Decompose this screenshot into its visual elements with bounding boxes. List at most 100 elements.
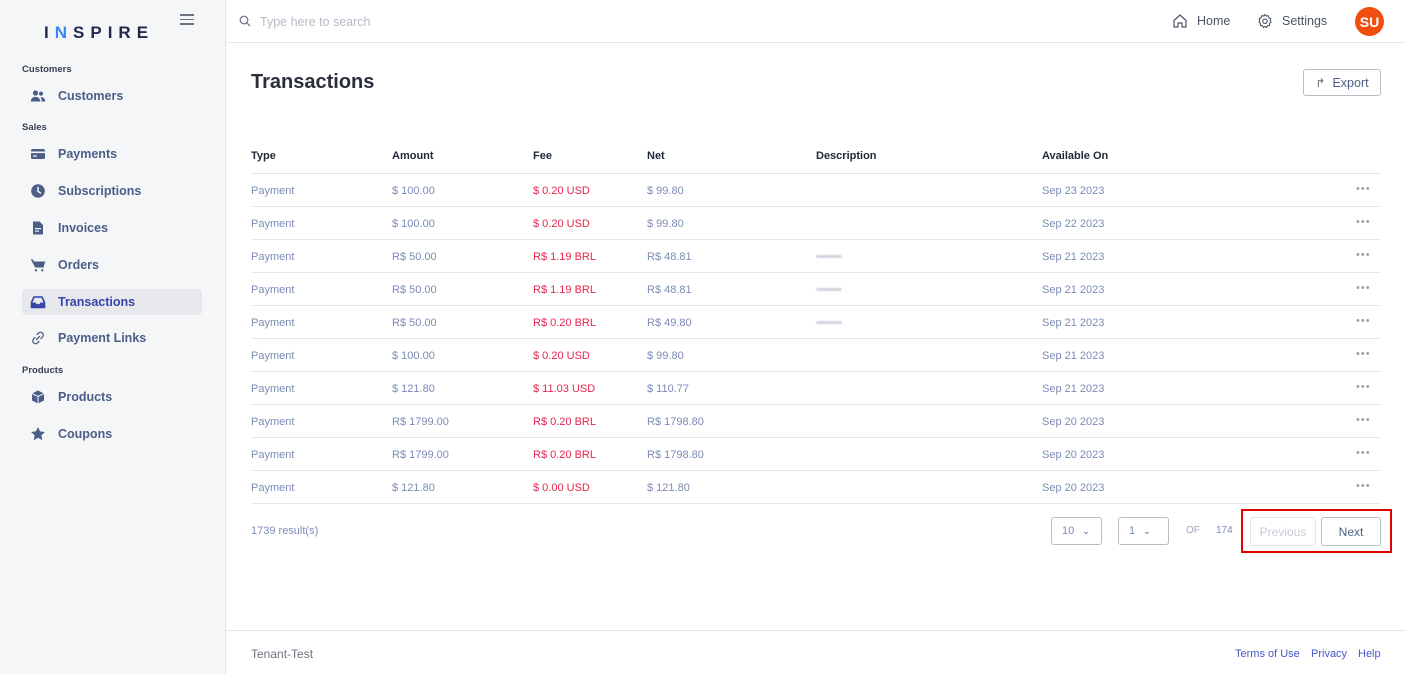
cell-available-on: Sep 22 2023 bbox=[1042, 218, 1105, 230]
cell-fee: $ 0.20 USD bbox=[533, 218, 590, 230]
cell-fee: $ 0.00 USD bbox=[533, 482, 590, 494]
page-size-value: 10 bbox=[1062, 525, 1075, 537]
cell-fee: $ 0.20 USD bbox=[533, 185, 590, 197]
chevron-down-icon: ⌄ bbox=[1143, 525, 1151, 536]
row-actions-icon[interactable]: ••• bbox=[1356, 216, 1371, 228]
table-row[interactable]: Payment R$ 1799.00 R$ 0.20 BRL R$ 1798.80 Se… bbox=[0, 438, 1406, 471]
search-input[interactable] bbox=[258, 11, 562, 33]
results-count: 1739 result(s) bbox=[251, 525, 319, 537]
previous-button[interactable]: Previous bbox=[1250, 517, 1316, 546]
export-label: Export bbox=[1332, 75, 1369, 90]
table-row[interactable]: Payment $ 100.00 $ 0.20 USD $ 99.80 Sep 23 2… bbox=[0, 174, 1406, 207]
cell-type: Payment bbox=[251, 350, 295, 362]
column-header-type[interactable]: Type bbox=[251, 150, 276, 162]
column-header-description[interactable]: Description bbox=[816, 150, 877, 162]
cell-amount: R$ 50.00 bbox=[392, 317, 437, 329]
cell-fee: R$ 0.20 BRL bbox=[533, 449, 596, 461]
blurred-description bbox=[816, 255, 842, 258]
table-row[interactable]: Payment $ 121.80 $ 0.00 USD $ 121.80 Sep 20 … bbox=[0, 471, 1406, 504]
cell-available-on: Sep 21 2023 bbox=[1042, 317, 1105, 329]
cell-available-on: Sep 21 2023 bbox=[1042, 251, 1105, 263]
row-actions-icon[interactable]: ••• bbox=[1356, 381, 1371, 393]
export-button[interactable]: ↱ Export bbox=[1303, 69, 1381, 96]
home-link[interactable]: Home bbox=[1172, 13, 1230, 29]
cell-amount: R$ 1799.00 bbox=[392, 449, 449, 461]
table-row[interactable]: Payment $ 100.00 $ 0.20 USD $ 99.80 Sep 21 2… bbox=[0, 339, 1406, 372]
cell-type: Payment bbox=[251, 482, 295, 494]
menu-toggle-icon[interactable] bbox=[180, 14, 194, 26]
settings-label: Settings bbox=[1282, 14, 1328, 28]
cell-net: $ 99.80 bbox=[647, 185, 684, 197]
row-actions-icon[interactable]: ••• bbox=[1356, 414, 1371, 426]
table-row[interactable]: Payment R$ 50.00 R$ 0.20 BRL R$ 49.80 Sep 21… bbox=[0, 306, 1406, 339]
privacy-link[interactable]: Privacy bbox=[1311, 648, 1347, 660]
cell-type: Payment bbox=[251, 284, 295, 296]
column-header-net[interactable]: Net bbox=[647, 150, 665, 162]
user-avatar[interactable]: SU bbox=[1355, 7, 1384, 36]
table-row[interactable]: Payment R$ 1799.00 R$ 0.20 BRL R$ 1798.80 Se… bbox=[0, 405, 1406, 438]
sidebar-item-customers[interactable]: Customers bbox=[22, 83, 202, 109]
cell-type: Payment bbox=[251, 449, 295, 461]
table-row[interactable]: Payment R$ 50.00 R$ 1.19 BRL R$ 48.81 Sep 21… bbox=[0, 273, 1406, 306]
table-row[interactable]: Payment $ 100.00 $ 0.20 USD $ 99.80 Sep 22 2… bbox=[0, 207, 1406, 240]
cell-available-on: Sep 21 2023 bbox=[1042, 350, 1105, 362]
terms-link[interactable]: Terms of Use bbox=[1235, 648, 1300, 660]
inspire-logo[interactable]: INSPIRE bbox=[44, 23, 154, 43]
gear-icon bbox=[1258, 13, 1272, 29]
users-icon bbox=[30, 88, 46, 104]
cell-amount: $ 121.80 bbox=[392, 482, 435, 494]
cell-net: $ 99.80 bbox=[647, 218, 684, 230]
help-link[interactable]: Help bbox=[1358, 648, 1381, 660]
settings-link[interactable]: Settings bbox=[1257, 13, 1327, 29]
row-actions-icon[interactable]: ••• bbox=[1356, 282, 1371, 294]
row-actions-icon[interactable]: ••• bbox=[1356, 480, 1371, 492]
row-actions-icon[interactable]: ••• bbox=[1356, 249, 1371, 261]
page-number-value: 1 bbox=[1129, 525, 1136, 537]
cell-type: Payment bbox=[251, 383, 295, 395]
blurred-description bbox=[816, 321, 842, 324]
cell-amount: $ 100.00 bbox=[392, 218, 435, 230]
search-icon bbox=[239, 15, 251, 27]
cell-net: R$ 48.81 bbox=[647, 284, 692, 296]
row-actions-icon[interactable]: ••• bbox=[1356, 315, 1371, 327]
cell-net: $ 110.77 bbox=[647, 383, 690, 395]
cell-available-on: Sep 21 2023 bbox=[1042, 383, 1105, 395]
section-label-customers: Customers bbox=[22, 64, 72, 75]
logo-part: SPIRE bbox=[73, 23, 155, 42]
cell-available-on: Sep 20 2023 bbox=[1042, 449, 1105, 461]
row-divider bbox=[251, 503, 1381, 504]
row-actions-icon[interactable]: ••• bbox=[1356, 447, 1371, 459]
table-row[interactable]: Payment R$ 50.00 R$ 1.19 BRL R$ 48.81 Sep 21… bbox=[0, 240, 1406, 273]
table-row[interactable]: Payment $ 121.80 $ 11.03 USD $ 110.77 Sep 21… bbox=[0, 372, 1406, 405]
section-label-sales: Sales bbox=[22, 122, 47, 133]
row-actions-icon[interactable]: ••• bbox=[1356, 348, 1371, 360]
column-header-amount[interactable]: Amount bbox=[392, 150, 434, 162]
table-header: Type Amount Fee Net Description Availabl… bbox=[0, 150, 1406, 164]
next-button[interactable]: Next bbox=[1321, 517, 1381, 546]
cell-type: Payment bbox=[251, 317, 295, 329]
cell-fee: R$ 1.19 BRL bbox=[533, 251, 596, 263]
cell-net: $ 121.80 bbox=[647, 482, 690, 494]
logo-part: I bbox=[44, 23, 55, 42]
page-size-select[interactable]: 10 ⌄ bbox=[1051, 517, 1102, 545]
cell-available-on: Sep 20 2023 bbox=[1042, 482, 1105, 494]
page-number-select[interactable]: 1 ⌄ bbox=[1118, 517, 1169, 545]
chevron-down-icon: ⌄ bbox=[1082, 525, 1090, 536]
cell-amount: $ 100.00 bbox=[392, 185, 435, 197]
cell-type: Payment bbox=[251, 218, 295, 230]
tenant-name: Tenant-Test bbox=[251, 647, 314, 661]
blurred-description bbox=[816, 288, 842, 291]
home-icon bbox=[1173, 14, 1187, 28]
cell-amount: R$ 50.00 bbox=[392, 251, 437, 263]
cell-type: Payment bbox=[251, 185, 295, 197]
row-actions-icon[interactable]: ••• bbox=[1356, 183, 1371, 195]
cell-fee: R$ 0.20 BRL bbox=[533, 416, 596, 428]
cell-fee: $ 0.20 USD bbox=[533, 350, 590, 362]
logo-accent: N bbox=[54, 23, 74, 42]
cell-net: R$ 49.80 bbox=[647, 317, 692, 329]
cell-type: Payment bbox=[251, 416, 295, 428]
cell-amount: $ 100.00 bbox=[392, 350, 435, 362]
column-header-available-on[interactable]: Available On bbox=[1042, 150, 1108, 162]
cell-net: R$ 48.81 bbox=[647, 251, 692, 263]
column-header-fee[interactable]: Fee bbox=[533, 150, 552, 162]
